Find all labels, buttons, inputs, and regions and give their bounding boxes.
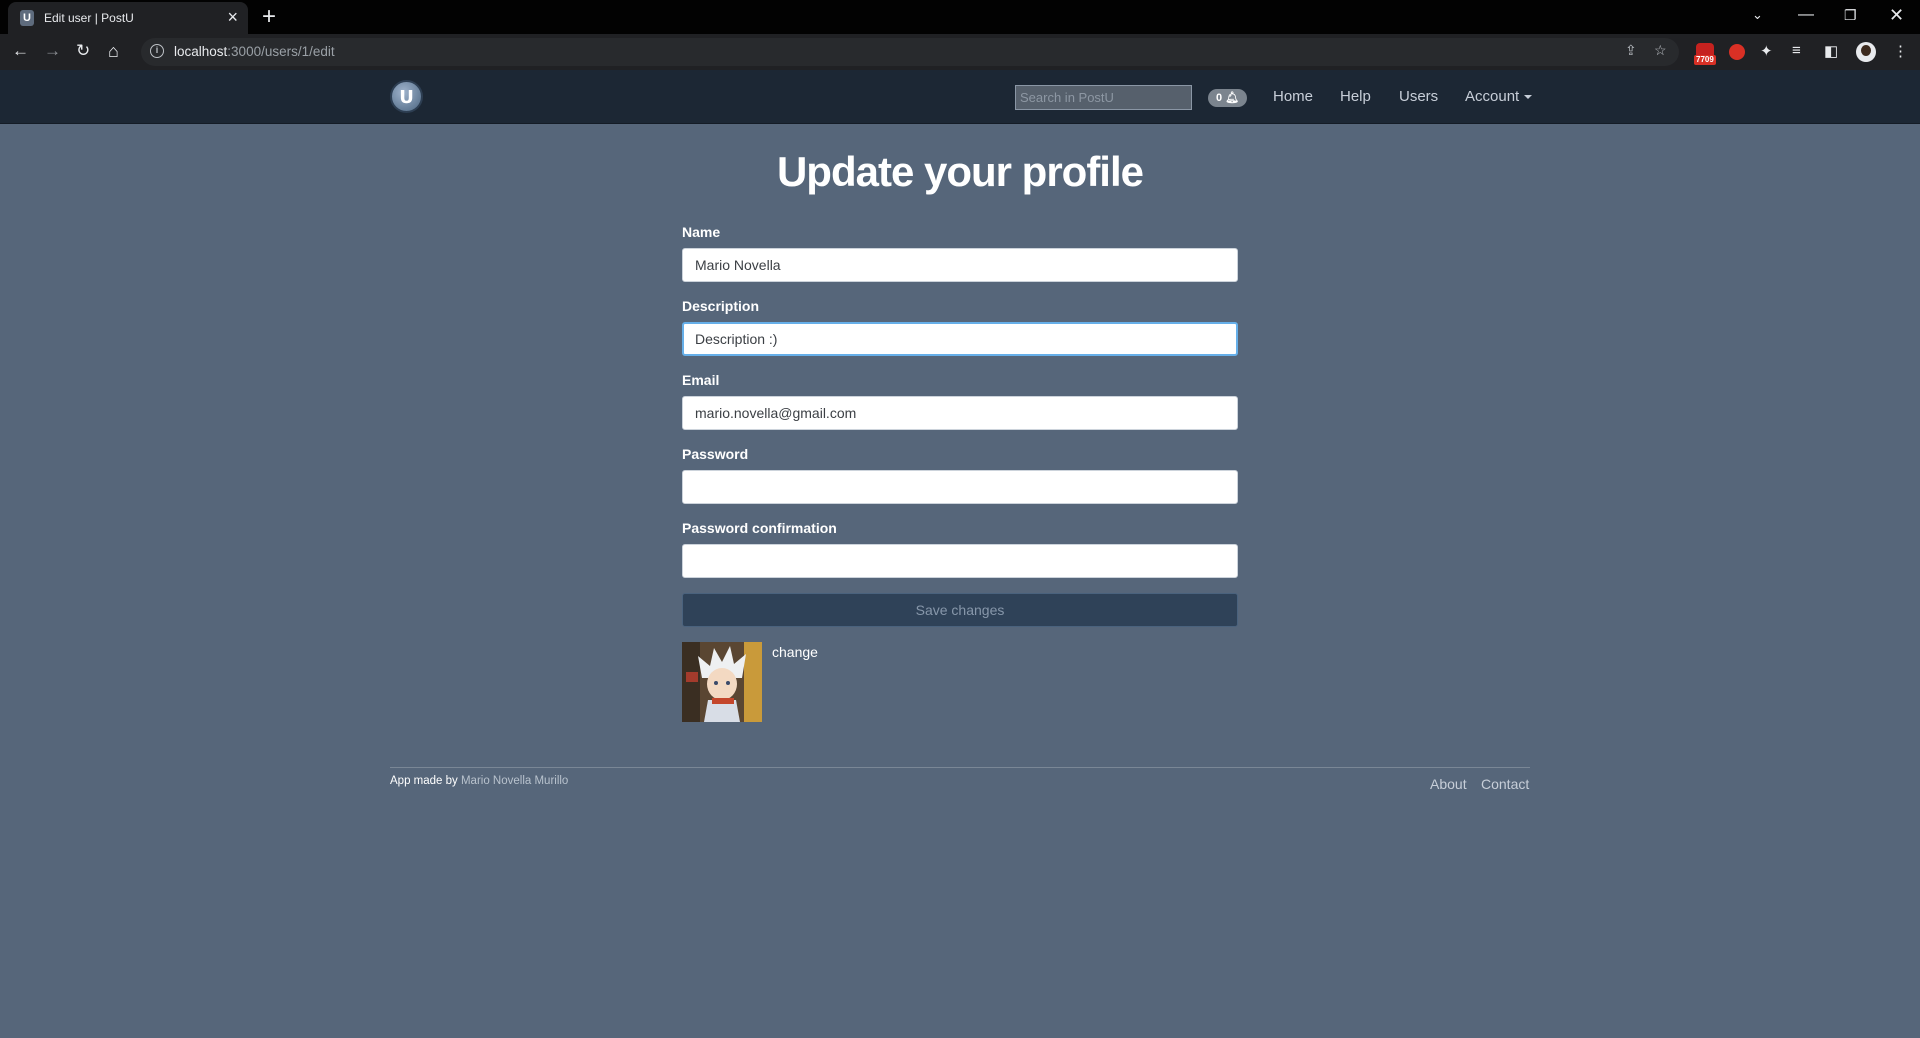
bell-icon: 🔔︎ (1225, 92, 1240, 104)
postu-favicon-icon: U (20, 10, 34, 26)
postu-logo[interactable]: U (390, 80, 423, 113)
password-confirmation-label: Password confirmation (682, 520, 837, 536)
logo-letter: U (399, 87, 414, 108)
caret-down-icon (1524, 95, 1533, 100)
name-label: Name (682, 224, 721, 240)
new-tab-icon[interactable]: + (262, 3, 276, 31)
notification-count: 0 (1216, 92, 1223, 104)
forward-icon[interactable]: → (44, 41, 61, 61)
nav-home-link[interactable]: Home (1273, 88, 1313, 105)
app-navbar: U 0 🔔︎ Home Help Users Account (0, 70, 1920, 124)
tab-title: Edit user | PostU (44, 11, 134, 25)
change-picture-link[interactable]: change (772, 644, 818, 660)
media-icon[interactable]: ≡ (1792, 42, 1801, 59)
name-field[interactable] (682, 248, 1238, 282)
home-icon[interactable]: ⌂ (108, 41, 119, 61)
address-bar[interactable]: i localhost:3000/users/1/edit ⇪ ☆ (141, 38, 1679, 66)
back-icon[interactable]: ← (12, 41, 29, 61)
nav-account-dropdown[interactable]: Account (1465, 88, 1533, 105)
tab-search-icon[interactable]: ⌄ (1752, 3, 1763, 27)
browser-tab[interactable]: U Edit user | PostU × (8, 2, 248, 34)
sidebar-icon[interactable]: ◧ (1824, 42, 1838, 60)
password-label: Password (682, 446, 749, 462)
extension-badge: 7709 (1694, 55, 1716, 65)
notifications-badge[interactable]: 0 🔔︎ (1208, 89, 1248, 107)
info-icon[interactable]: i (150, 44, 164, 58)
footer-author-link[interactable]: Mario Novella Murillo (461, 775, 568, 787)
star-icon[interactable]: ☆ (1654, 42, 1667, 59)
close-window-icon[interactable]: ✕ (1889, 3, 1904, 27)
footer-about-link[interactable]: About (1430, 776, 1467, 792)
page-title: Update your profile (776, 148, 1144, 195)
footer-contact-link[interactable]: Contact (1481, 776, 1529, 792)
search-input[interactable] (1015, 85, 1192, 110)
password-field[interactable] (682, 470, 1238, 504)
block-extension-icon[interactable] (1729, 44, 1745, 60)
description-label: Description (682, 298, 760, 314)
footer-divider (390, 767, 1530, 768)
url-path: :3000/users/1/edit (227, 44, 335, 59)
email-label: Email (682, 372, 720, 388)
share-icon[interactable]: ⇪ (1625, 42, 1637, 59)
minimize-icon[interactable]: — (1798, 3, 1814, 27)
browser-tab-strip: U Edit user | PostU × + ⌄ — ❐ ✕ (0, 0, 1920, 34)
nav-users-link[interactable]: Users (1399, 88, 1438, 105)
email-field[interactable] (682, 396, 1238, 430)
browser-toolbar: ← → ↻ ⌂ i localhost:3000/users/1/edit ⇪ … (0, 34, 1920, 70)
profile-picture (682, 642, 762, 722)
reload-icon[interactable]: ↻ (76, 41, 90, 61)
close-tab-icon[interactable]: × (227, 7, 238, 27)
password-confirmation-field[interactable] (682, 544, 1238, 578)
menu-icon[interactable]: ⋮ (1893, 42, 1908, 60)
footer-prefix: App made by (390, 775, 458, 787)
footer-credit: App made by Mario Novella Murillo (390, 775, 568, 787)
url-host: localhost (174, 44, 228, 59)
puzzle-icon[interactable]: ✦ (1760, 42, 1773, 60)
url-text[interactable]: localhost:3000/users/1/edit (174, 44, 335, 59)
nav-help-link[interactable]: Help (1340, 88, 1371, 105)
save-changes-button[interactable]: Save changes (682, 593, 1238, 627)
profile-avatar[interactable] (1856, 42, 1876, 62)
restore-icon[interactable]: ❐ (1844, 3, 1857, 27)
account-label: Account (1465, 88, 1520, 105)
description-field[interactable] (682, 322, 1238, 356)
